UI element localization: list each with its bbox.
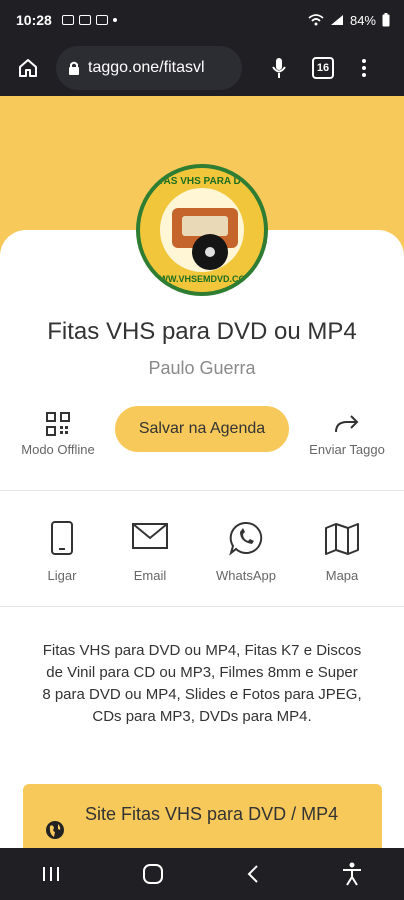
url-text: taggo.one/fitasvl bbox=[88, 59, 205, 76]
home-nav-icon[interactable] bbox=[142, 863, 164, 885]
wifi-icon bbox=[308, 14, 324, 26]
status-right: 84% bbox=[308, 13, 390, 28]
browser-toolbar: taggo.one/fitasvl 16 bbox=[0, 40, 404, 96]
home-icon bbox=[19, 59, 37, 77]
call-label: Ligar bbox=[47, 568, 77, 583]
business-description: Fitas VHS para DVD ou MP4, Fitas K7 e Di… bbox=[42, 642, 362, 725]
whatsapp-icon bbox=[229, 521, 263, 556]
back-icon[interactable] bbox=[246, 864, 260, 884]
whatsapp-label: WhatsApp bbox=[216, 568, 276, 583]
map-icon bbox=[325, 523, 359, 555]
email-button[interactable]: Email bbox=[110, 520, 190, 583]
browser-menu-button[interactable] bbox=[356, 59, 372, 77]
business-logo: FITAS VHS PARA DVD WWW.VHSEMDVD.COM bbox=[136, 164, 268, 296]
map-button[interactable]: Mapa bbox=[302, 520, 382, 583]
qr-code-icon bbox=[46, 412, 70, 436]
app-notification-icon bbox=[78, 15, 91, 25]
call-button[interactable]: Ligar bbox=[22, 520, 102, 583]
app-notification-icon-2 bbox=[95, 15, 108, 25]
recent-apps-icon[interactable] bbox=[41, 865, 61, 883]
battery-icon bbox=[382, 13, 390, 27]
website-link-button[interactable]: Site Fitas VHS para DVD / MP4 bbox=[23, 784, 382, 854]
page-title: Fitas VHS para DVD ou MP4 bbox=[47, 318, 357, 345]
website-link-label: Site Fitas VHS para DVD / MP4 bbox=[85, 804, 339, 824]
globe-icon bbox=[46, 821, 64, 839]
image-notification-icon bbox=[61, 15, 74, 25]
email-icon bbox=[132, 523, 168, 549]
voice-search-button[interactable] bbox=[262, 50, 296, 86]
home-button[interactable] bbox=[10, 50, 46, 86]
map-label: Mapa bbox=[325, 568, 359, 583]
share-taggo-button[interactable]: Enviar Taggo bbox=[300, 412, 394, 457]
whatsapp-button[interactable]: WhatsApp bbox=[206, 520, 286, 583]
phone-icon bbox=[51, 521, 73, 555]
menu-dot bbox=[362, 59, 366, 63]
menu-dot bbox=[362, 66, 366, 70]
vinyl-record-icon bbox=[192, 234, 228, 270]
lock-icon bbox=[69, 61, 79, 75]
battery-level: 84% bbox=[349, 12, 376, 28]
signal-icon bbox=[330, 15, 343, 25]
share-taggo-label: Enviar Taggo bbox=[309, 442, 385, 457]
more-notifications-icon bbox=[112, 18, 117, 22]
system-navigation-bar bbox=[0, 848, 404, 900]
divider bbox=[0, 606, 404, 607]
notification-icons bbox=[61, 15, 117, 25]
tab-switcher-button[interactable]: 16 bbox=[312, 57, 334, 79]
accessibility-icon[interactable] bbox=[341, 862, 363, 886]
offline-mode-label: Modo Offline bbox=[21, 442, 95, 457]
status-time: 10:28 bbox=[16, 12, 52, 28]
save-contact-button[interactable]: Salvar na Agenda bbox=[115, 406, 289, 452]
menu-dot bbox=[362, 73, 366, 77]
owner-name: Paulo Guerra bbox=[148, 358, 256, 378]
divider bbox=[0, 490, 404, 491]
address-bar[interactable]: taggo.one/fitasvl bbox=[56, 46, 242, 90]
status-bar: 10:28 84% bbox=[0, 0, 404, 40]
logo-text-bottom: WWW.VHSEMDVD.COM bbox=[151, 274, 253, 284]
logo-text-top: FITAS VHS PARA DVD bbox=[149, 176, 255, 187]
offline-mode-button[interactable]: Modo Offline bbox=[11, 412, 105, 457]
microphone-icon bbox=[272, 58, 286, 78]
share-arrow-icon bbox=[335, 415, 359, 433]
email-label: Email bbox=[133, 568, 167, 583]
